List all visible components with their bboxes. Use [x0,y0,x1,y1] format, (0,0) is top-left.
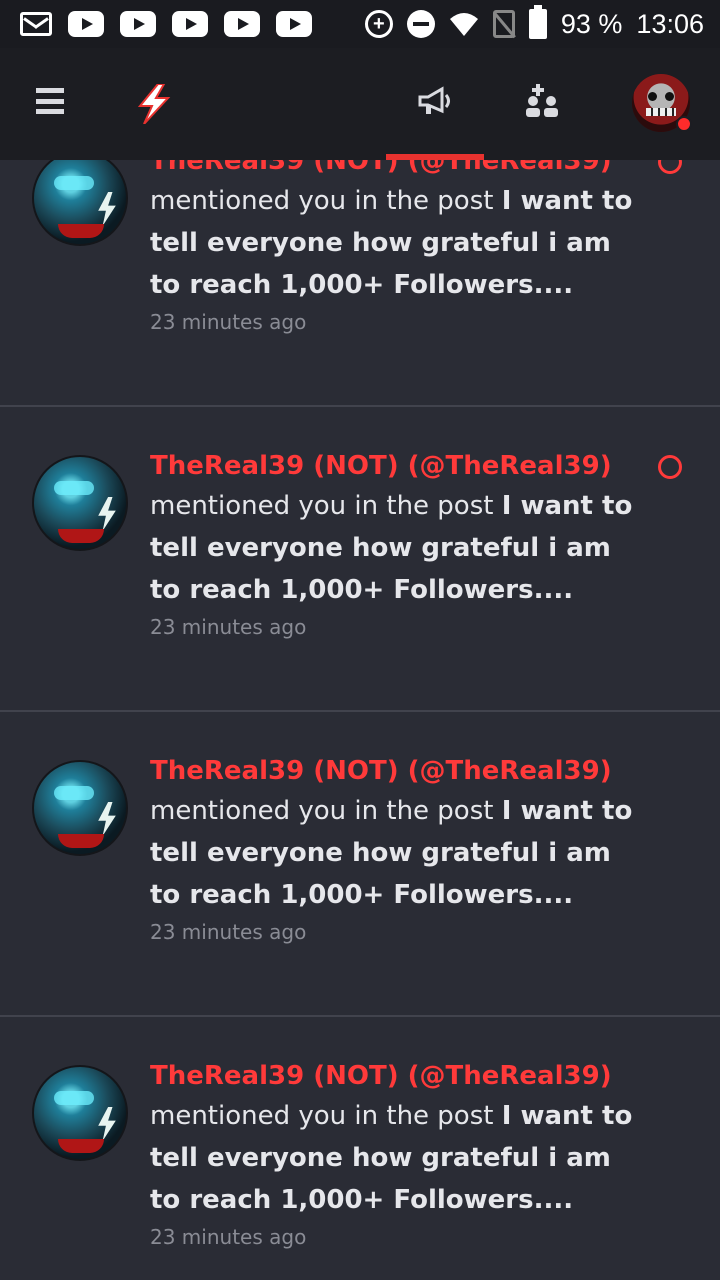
notification-action: mentioned you in the post [150,1101,502,1131]
status-bar-system: + 93 % 13:06 [364,5,704,40]
youtube-icon [68,11,104,37]
notification-text: mentioned you in the post I want to tell… [150,485,640,611]
youtube-icon [120,11,156,37]
unread-indicator-icon[interactable] [658,455,682,479]
clock: 13:06 [636,8,704,39]
notification-time: 23 minutes ago [150,920,307,944]
battery-percentage: 93 % [560,8,623,39]
notification-content: TheReal39 (NOT) (@TheReal39) mentioned y… [150,144,640,334]
data-saver-icon: + [364,10,393,38]
youtube-icon [224,11,260,37]
notification-author[interactable]: TheReal39 (NOT) (@TheReal39) [150,754,650,788]
wifi-icon [449,13,478,36]
notification-action: mentioned you in the post [150,796,502,826]
notification-content: TheReal39 (NOT) (@TheReal39) mentioned y… [150,1059,650,1249]
youtube-icon [276,11,312,37]
author-avatar[interactable] [32,760,128,856]
user-avatar[interactable] [632,74,692,132]
notification-item[interactable]: TheReal39 (NOT) (@TheReal39) mentioned y… [0,1017,720,1280]
people-icon[interactable] [524,84,560,118]
author-avatar[interactable] [32,150,128,246]
notification-text: mentioned you in the post I want to tell… [150,180,640,306]
app-header [0,48,720,160]
notification-action: mentioned you in the post [150,491,502,521]
notification-author[interactable]: TheReal39 (NOT) (@TheReal39) [150,449,640,483]
gmail-icon [20,12,52,36]
notification-text: mentioned you in the post I want to tell… [150,1095,650,1221]
status-bar: + 93 % 13:06 [0,0,720,48]
author-avatar[interactable] [32,1065,128,1161]
notification-time: 23 minutes ago [150,1225,307,1249]
status-bar-notifications [20,11,312,37]
notification-content: TheReal39 (NOT) (@TheReal39) mentioned y… [150,449,640,639]
new-notification-dot [676,116,692,132]
notification-author[interactable]: TheReal39 (NOT) (@TheReal39) [150,1059,650,1093]
author-avatar[interactable] [32,455,128,551]
no-sim-icon [492,10,515,38]
battery-icon [528,5,547,39]
notification-content: TheReal39 (NOT) (@TheReal39) mentioned y… [150,754,650,944]
megaphone-icon[interactable] [418,86,454,116]
youtube-icon [172,11,208,37]
lightning-logo-icon[interactable] [136,84,172,124]
menu-icon[interactable] [36,88,64,114]
active-tab-indicator [386,154,484,160]
notification-item[interactable]: TheReal39 (NOT) (@TheReal39) mentioned y… [0,712,720,1017]
notification-action: mentioned you in the post [150,186,502,216]
do-not-disturb-icon [406,10,435,38]
notification-time: 23 minutes ago [150,310,307,334]
notification-list[interactable]: TheReal39 (NOT) (@TheReal39) mentioned y… [0,102,720,1280]
notification-text: mentioned you in the post I want to tell… [150,790,650,916]
notification-item[interactable]: TheReal39 (NOT) (@TheReal39) mentioned y… [0,407,720,712]
notification-time: 23 minutes ago [150,615,307,639]
